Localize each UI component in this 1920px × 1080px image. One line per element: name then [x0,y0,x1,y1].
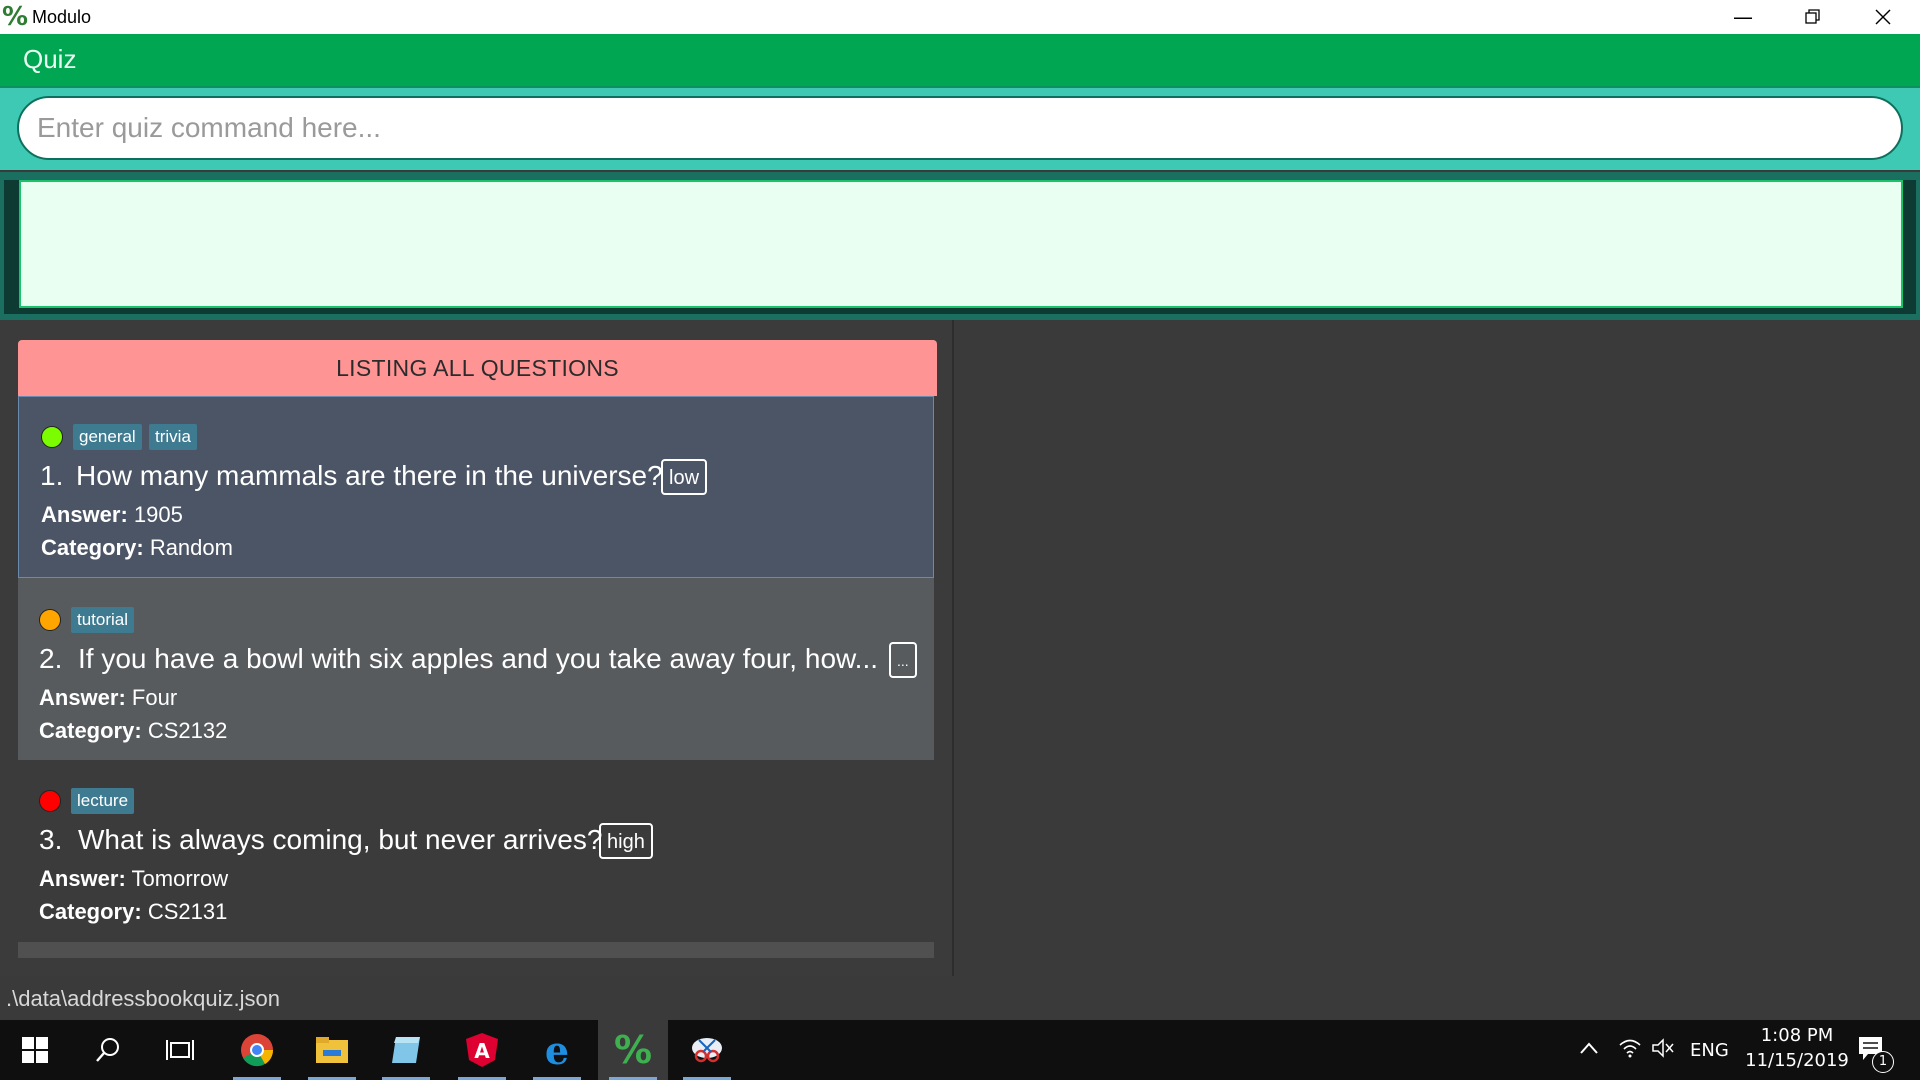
difficulty-badge: high [599,823,653,859]
answer-label: Answer: [39,866,126,891]
answer-label: Answer: [39,685,126,710]
svg-text:A: A [474,1039,490,1063]
menu-quiz[interactable]: Quiz [23,44,76,75]
windows-start-button[interactable] [5,1020,65,1080]
window-title: Modulo [32,7,92,27]
chrome-button[interactable] [227,1020,287,1080]
category-label: Category: [39,718,142,743]
category-row: Category: Random [41,535,233,561]
question-number: 1. [40,460,64,491]
modulo-app-icon: % [2,2,29,32]
clock-date: 11/15/2019 [1745,1050,1849,1071]
modulo-button[interactable]: % [603,1020,663,1080]
answer-row: Answer: Tomorrow [39,866,228,892]
status-dot [41,426,63,448]
search-icon [96,1038,119,1062]
volume-muted-icon [1652,1038,1674,1058]
question-text: How many mammals are there in the univer… [76,460,663,491]
status-bar [0,976,1920,1020]
category-value: Random [149,535,233,560]
angular-icon: A [466,1033,498,1067]
snipping-tool-button[interactable] [677,1020,737,1080]
answer-value: Four [131,685,178,710]
language-indicator[interactable]: ENG [1690,1040,1729,1061]
notepad-button[interactable] [376,1020,436,1080]
edge-icon: e [544,1027,570,1073]
windows-start-icon [22,1037,48,1063]
edge-button[interactable]: e [527,1020,587,1080]
file-explorer-icon [316,1037,348,1063]
restore-button[interactable] [1778,0,1848,34]
question-number: 3. [39,824,63,855]
result-display [19,180,1903,308]
question-text: If you have a bowl with six apples and y… [78,643,879,674]
close-button[interactable] [1848,0,1918,34]
tag: general [73,424,142,450]
category-row: Category: CS2131 [39,899,227,925]
status-dot [39,609,61,631]
title-bar [0,0,1920,34]
task-view-icon [166,1040,194,1060]
notification-count-badge: 1 [1872,1051,1894,1073]
answer-value: Tomorrow [131,866,229,891]
wifi-icon [1619,1039,1641,1058]
task-view-button[interactable] [150,1020,210,1080]
list-header: LISTING ALL QUESTIONS [18,340,937,396]
status-dot [39,790,61,812]
notepad-icon [392,1037,420,1063]
command-input[interactable] [17,96,1903,160]
category-value: CS2132 [147,718,228,743]
menu-bar [0,34,1920,86]
restore-icon [1805,9,1820,24]
category-row: Category: CS2132 [39,718,227,744]
question-text: What is always coming, but never arrives… [78,824,603,855]
question-number: 2. [39,643,63,674]
tag: trivia [149,424,197,450]
category-value: CS2131 [147,899,228,924]
clock-time: 1:08 PM [1760,1025,1834,1046]
minimize-button[interactable]: — [1708,0,1778,34]
category-label: Category: [39,899,142,924]
volume-button[interactable] [1652,1038,1674,1063]
chevron-up-icon [1580,1042,1598,1054]
category-label: Category: [41,535,144,560]
snipping-tool-icon [692,1038,722,1063]
search-button[interactable] [78,1020,138,1080]
close-icon [1875,9,1891,25]
answer-row: Answer: Four [39,685,177,711]
difficulty-badge: low [661,459,708,495]
detail-panel [956,320,1920,976]
status-file-path: .\data\addressbookquiz.json [6,986,280,1011]
chrome-icon [241,1034,274,1067]
file-explorer-button[interactable] [302,1020,362,1080]
angular-button[interactable]: A [452,1020,512,1080]
answer-value: 1905 [133,502,183,527]
modulo-icon: % [613,1028,653,1072]
list-next-card-edge [18,942,934,958]
show-hidden-icons-button[interactable] [1580,1038,1598,1059]
clock[interactable]: 1:08 PM 11/15/2019 [1742,1025,1852,1071]
tag: lecture [71,788,135,814]
network-button[interactable] [1619,1038,1641,1063]
minimize-icon: — [1733,5,1753,29]
tag: tutorial [71,607,135,633]
answer-row: Answer: 1905 [41,502,183,528]
difficulty-badge: ... [889,642,917,678]
answer-label: Answer: [41,502,128,527]
